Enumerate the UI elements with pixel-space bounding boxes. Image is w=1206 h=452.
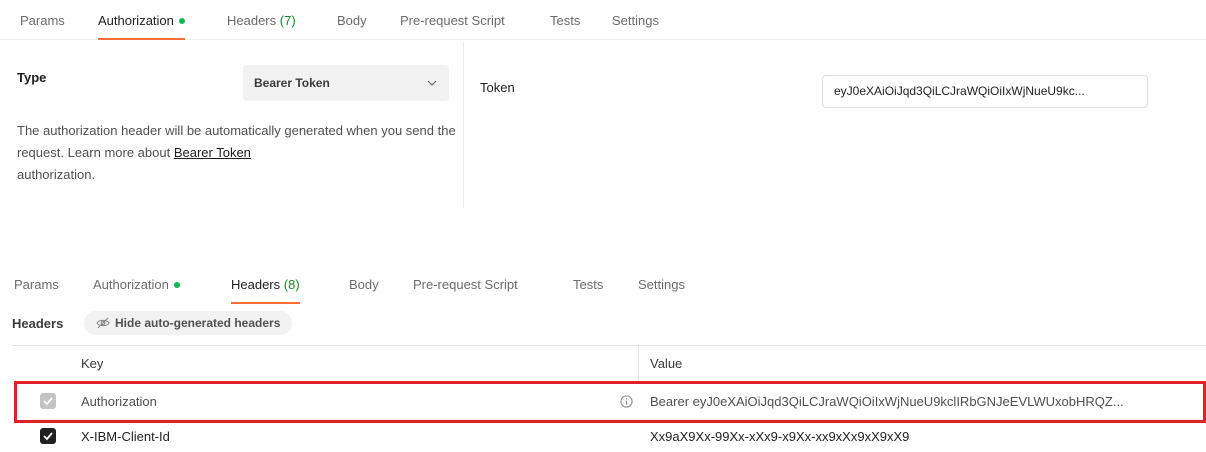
tab-body[interactable]: Body bbox=[349, 264, 379, 304]
tab-authorization[interactable]: Authorization bbox=[98, 0, 185, 40]
tab-settings[interactable]: Settings bbox=[638, 264, 685, 304]
table-header-row: Key Value bbox=[12, 345, 1206, 381]
panel-divider bbox=[463, 42, 464, 208]
tab-tests[interactable]: Tests bbox=[550, 0, 580, 40]
tab-pre-request-script[interactable]: Pre-request Script bbox=[400, 0, 505, 40]
row-checkbox[interactable] bbox=[40, 428, 56, 444]
auth-description: The authorization header will be automat… bbox=[17, 123, 456, 182]
eye-off-icon bbox=[96, 317, 110, 329]
hide-auto-generated-headers-button[interactable]: Hide auto-generated headers bbox=[84, 311, 293, 335]
tab-headers[interactable]: Headers (8) bbox=[231, 264, 300, 304]
tab-tests[interactable]: Tests bbox=[573, 264, 603, 304]
check-icon bbox=[43, 432, 53, 441]
tab-headers[interactable]: Headers (7) bbox=[227, 0, 296, 40]
status-dot-icon bbox=[173, 281, 180, 288]
column-header-value: Value bbox=[650, 356, 683, 371]
table-row: X-IBM-Client-Id Xx9aX9Xx-99Xx-xXx9-x9Xx-… bbox=[12, 419, 1206, 452]
chevron-down-icon bbox=[427, 80, 437, 86]
auth-type-select[interactable]: Bearer Token bbox=[243, 65, 449, 101]
auth-type-label: Type bbox=[17, 70, 47, 85]
column-header-key: Key bbox=[81, 356, 104, 371]
token-input[interactable]: eyJ0eXAiOiJqd3QiLCJraWQiOiIxWjNueU9kc... bbox=[822, 75, 1148, 108]
tab-authorization[interactable]: Authorization bbox=[93, 264, 180, 304]
request-tabs-top: Params Authorization Headers (7) Body Pr… bbox=[0, 0, 1206, 40]
headers-section-label: Headers bbox=[12, 316, 64, 331]
tab-params[interactable]: Params bbox=[14, 264, 59, 304]
tab-pre-request-script[interactable]: Pre-request Script bbox=[413, 264, 518, 304]
tab-settings[interactable]: Settings bbox=[612, 0, 659, 40]
status-dot-icon bbox=[178, 17, 185, 24]
bearer-token-link[interactable]: Bearer Token bbox=[174, 145, 251, 160]
token-label: Token bbox=[480, 80, 515, 95]
highlight-annotation bbox=[14, 381, 1206, 423]
request-tabs-bottom: Params Authorization Headers (8) Body Pr… bbox=[0, 264, 1206, 304]
tab-body[interactable]: Body bbox=[337, 0, 367, 40]
tab-params[interactable]: Params bbox=[20, 0, 65, 40]
auth-type-value: Bearer Token bbox=[254, 76, 330, 90]
row-value[interactable]: Xx9aX9Xx-99Xx-xXx9-x9Xx-xx9xXx9xX9xX9 bbox=[650, 419, 909, 452]
row-key[interactable]: X-IBM-Client-Id bbox=[81, 419, 170, 452]
